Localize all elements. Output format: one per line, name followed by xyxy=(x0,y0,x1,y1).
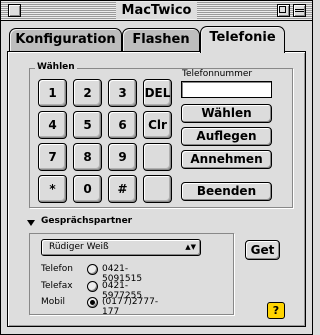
number-mobil: (0177)2777-177 xyxy=(102,297,159,317)
tab-telefonie[interactable]: Telefonie xyxy=(200,26,285,53)
disclosure-triangle-icon[interactable] xyxy=(27,220,35,226)
partner-label: Gesprächspartner xyxy=(41,216,133,226)
key-4[interactable]: 4 xyxy=(38,111,67,139)
collapse-box-icon[interactable] xyxy=(293,4,306,17)
key-7[interactable]: 7 xyxy=(38,143,67,171)
zoom-box-icon[interactable] xyxy=(277,4,290,17)
dial-button[interactable]: Wählen xyxy=(181,104,272,123)
key-8[interactable]: 8 xyxy=(73,143,102,171)
key-blank-1[interactable] xyxy=(143,143,172,171)
tab-konfiguration[interactable]: Konfiguration xyxy=(9,28,122,51)
key-1[interactable]: 1 xyxy=(38,79,67,107)
radio-telefon[interactable] xyxy=(87,264,98,275)
key-del[interactable]: DEL xyxy=(143,79,172,107)
get-button[interactable]: Get xyxy=(245,240,280,260)
key-6[interactable]: 6 xyxy=(108,111,137,139)
contact-popup-value: Rüdiger Weiß xyxy=(49,242,109,252)
key-star[interactable]: * xyxy=(38,175,67,203)
key-5[interactable]: 5 xyxy=(73,111,102,139)
key-9[interactable]: 9 xyxy=(108,143,137,171)
dial-group-label: Wählen xyxy=(35,62,77,72)
title-bar[interactable]: MacTwico xyxy=(1,1,312,21)
end-button[interactable]: Beenden xyxy=(181,182,272,201)
window-title: MacTwico xyxy=(115,2,198,19)
main-window: MacTwico Konfiguration Flashen Telefonie… xyxy=(0,0,313,335)
contact-popup[interactable]: Rüdiger Weiß ▲▼ xyxy=(41,239,201,256)
number-type-mobil: Mobil xyxy=(41,297,65,307)
radio-mobil[interactable] xyxy=(87,297,98,308)
number-type-telefon: Telefon xyxy=(41,264,73,274)
accept-button[interactable]: Annehmen xyxy=(181,150,272,169)
popup-arrows-icon: ▲▼ xyxy=(185,243,196,251)
tab-flashen[interactable]: Flashen xyxy=(122,28,200,51)
key-0[interactable]: 0 xyxy=(73,175,102,203)
phone-number-label: Telefonnummer xyxy=(182,69,253,79)
close-box-icon[interactable] xyxy=(8,4,21,17)
radio-telefax[interactable] xyxy=(87,281,98,292)
key-clr[interactable]: Clr xyxy=(143,111,172,139)
key-blank-2[interactable] xyxy=(143,175,172,203)
key-hash[interactable]: # xyxy=(108,175,137,203)
key-3[interactable]: 3 xyxy=(108,79,137,107)
key-2[interactable]: 2 xyxy=(73,79,102,107)
question-mark-help-icon[interactable]: ? xyxy=(267,302,285,319)
hangup-button[interactable]: Auflegen xyxy=(181,127,272,146)
phone-number-input[interactable] xyxy=(181,81,272,98)
number-type-telefax: Telefax xyxy=(41,281,73,291)
